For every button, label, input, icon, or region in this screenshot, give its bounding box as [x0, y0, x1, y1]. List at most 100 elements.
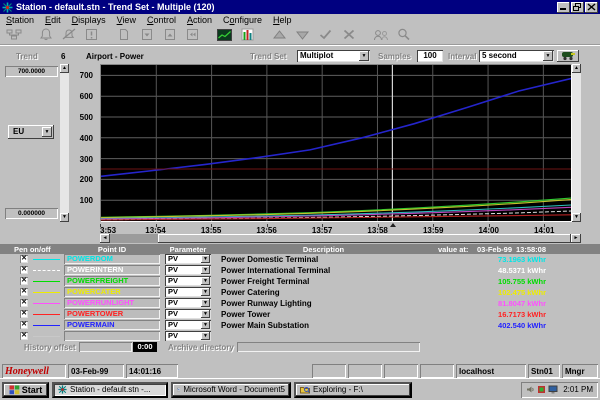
- chevron-down-icon[interactable]: ▼: [201, 310, 210, 318]
- page-display-button[interactable]: [113, 26, 134, 43]
- pen-checkbox[interactable]: ✕: [20, 321, 28, 329]
- parameter-select[interactable]: PV▼: [165, 320, 211, 330]
- system-status-button[interactable]: [3, 26, 24, 43]
- scroll-down-icon[interactable]: ▼: [572, 213, 581, 222]
- chevron-down-icon[interactable]: ▼: [543, 51, 553, 61]
- chevron-down-icon[interactable]: ▼: [201, 321, 210, 329]
- interval-select[interactable]: 5 second ▼: [479, 50, 554, 62]
- point-id-field[interactable]: POWERMAIN: [64, 320, 160, 330]
- taskbar-task-word[interactable]: W Microsoft Word - Document5: [171, 382, 291, 398]
- pen-checkbox[interactable]: ✕: [20, 310, 28, 318]
- menu-displays[interactable]: Displays: [72, 15, 106, 25]
- menu-help[interactable]: Help: [273, 15, 292, 25]
- station-tray-icon[interactable]: [537, 385, 546, 394]
- archive-directory-field[interactable]: [237, 342, 420, 352]
- point-id-field[interactable]: POWERDOM: [64, 254, 160, 264]
- alarm-disable-button[interactable]: [58, 26, 79, 43]
- unit-select[interactable]: EU ▼: [8, 125, 54, 139]
- trend-display-button[interactable]: [214, 26, 235, 43]
- raise-button[interactable]: [269, 26, 290, 43]
- history-offset-field[interactable]: [79, 342, 132, 352]
- pen-checkbox[interactable]: ✕: [20, 255, 28, 263]
- scroll-up-icon[interactable]: ▲: [60, 64, 69, 73]
- chevron-down-icon[interactable]: ▼: [42, 127, 52, 137]
- horizontal-scrollbar[interactable]: ◄ ►: [100, 234, 581, 243]
- lower-button[interactable]: [292, 26, 313, 43]
- pen-checkbox[interactable]: ✕: [20, 299, 28, 307]
- close-button[interactable]: [585, 2, 598, 13]
- restore-button[interactable]: [571, 2, 584, 13]
- axis-max-field[interactable]: 700.0000: [5, 66, 58, 77]
- parameter-select[interactable]: PV▼: [165, 287, 211, 297]
- parameter-select[interactable]: PV▼: [165, 331, 211, 341]
- pen-checkbox[interactable]: ✕: [20, 277, 28, 285]
- system-tree-icon: [6, 28, 22, 41]
- trend-plot[interactable]: [100, 64, 572, 222]
- zoom-button[interactable]: [393, 26, 414, 43]
- parameter-select[interactable]: PV▼: [165, 309, 211, 319]
- parameter-select[interactable]: PV▼: [165, 265, 211, 275]
- cursor-marker-icon[interactable]: [390, 223, 396, 227]
- taskbar-task-explorer[interactable]: Exploring - F:\: [294, 382, 412, 398]
- accept-button[interactable]: [315, 26, 336, 43]
- page-down-button[interactable]: [136, 26, 157, 43]
- page-up-button[interactable]: [159, 26, 180, 43]
- start-label: Start: [22, 385, 43, 395]
- menu-configure[interactable]: Configure: [223, 15, 262, 25]
- cancel-button[interactable]: [338, 26, 359, 43]
- windows-logo-icon: [9, 385, 20, 395]
- taskbar-task-station[interactable]: Station - default.stn -...: [52, 382, 168, 398]
- unit-value: EU: [13, 125, 24, 139]
- chevron-down-icon[interactable]: ▼: [201, 299, 210, 307]
- scroll-right-icon[interactable]: ►: [571, 234, 581, 243]
- menu-station[interactable]: Station: [6, 15, 34, 25]
- point-id-field[interactable]: POWERINTERN: [64, 265, 160, 275]
- menu-action[interactable]: Action: [187, 15, 212, 25]
- scroll-left-icon[interactable]: ◄: [100, 234, 110, 243]
- chevron-down-icon[interactable]: ▼: [201, 277, 210, 285]
- axis-min-field[interactable]: 0.000000: [5, 208, 58, 219]
- print-trend-button[interactable]: [557, 50, 579, 62]
- minimize-button[interactable]: [557, 2, 570, 13]
- parameter-header: Parameter: [160, 245, 216, 254]
- group-display-button[interactable]: [237, 26, 258, 43]
- arrow-down-icon: [296, 30, 309, 40]
- menu-edit[interactable]: Edit: [45, 15, 61, 25]
- menu-control[interactable]: Control: [147, 15, 176, 25]
- parameter-select[interactable]: PV▼: [165, 298, 211, 308]
- alarm-summary-button[interactable]: [35, 26, 56, 43]
- left-vertical-scrollbar[interactable]: ▲ ▼: [60, 64, 69, 222]
- parameter-select[interactable]: PV▼: [165, 254, 211, 264]
- chevron-down-icon[interactable]: ▼: [201, 266, 210, 274]
- scrollbar-thumb[interactable]: [158, 234, 571, 243]
- speaker-icon[interactable]: [526, 385, 535, 394]
- point-id-field[interactable]: POWERFREIGHT: [64, 276, 160, 286]
- chevron-down-icon[interactable]: ▼: [359, 51, 369, 61]
- chevron-down-icon[interactable]: ▼: [201, 332, 210, 340]
- trend-set-select[interactable]: Multiplot ▼: [297, 50, 370, 62]
- point-value: 105.755 kWhr: [420, 276, 546, 287]
- right-vertical-scrollbar[interactable]: ▲ ▼: [572, 64, 581, 222]
- scroll-down-icon[interactable]: ▼: [60, 213, 69, 222]
- start-button[interactable]: Start: [2, 382, 49, 398]
- operators-button[interactable]: [370, 26, 391, 43]
- pen-checkbox[interactable]: ✕: [20, 288, 28, 296]
- display-tray-icon[interactable]: [548, 385, 558, 394]
- magnifier-icon: [397, 28, 410, 41]
- point-id-field[interactable]: POWERRUNLIGHT: [64, 298, 160, 308]
- point-id-field[interactable]: POWERCATER: [64, 287, 160, 297]
- chevron-down-icon[interactable]: ▼: [201, 288, 210, 296]
- point-id-field[interactable]: POWERTOWER: [64, 309, 160, 319]
- parameter-select[interactable]: PV▼: [165, 276, 211, 286]
- message-summary-button[interactable]: [81, 26, 102, 43]
- scroll-up-icon[interactable]: ▲: [572, 64, 581, 73]
- point-description: Power Catering: [221, 287, 426, 298]
- pen-checkbox[interactable]: ✕: [20, 332, 28, 340]
- page-recall-button[interactable]: [182, 26, 203, 43]
- menu-view[interactable]: View: [117, 15, 136, 25]
- point-id-field[interactable]: [64, 331, 160, 341]
- samples-input[interactable]: 100: [417, 50, 443, 62]
- pen-checkbox[interactable]: ✕: [20, 266, 28, 274]
- chevron-down-icon[interactable]: ▼: [201, 255, 210, 263]
- history-offset-value: 0:00: [133, 342, 157, 352]
